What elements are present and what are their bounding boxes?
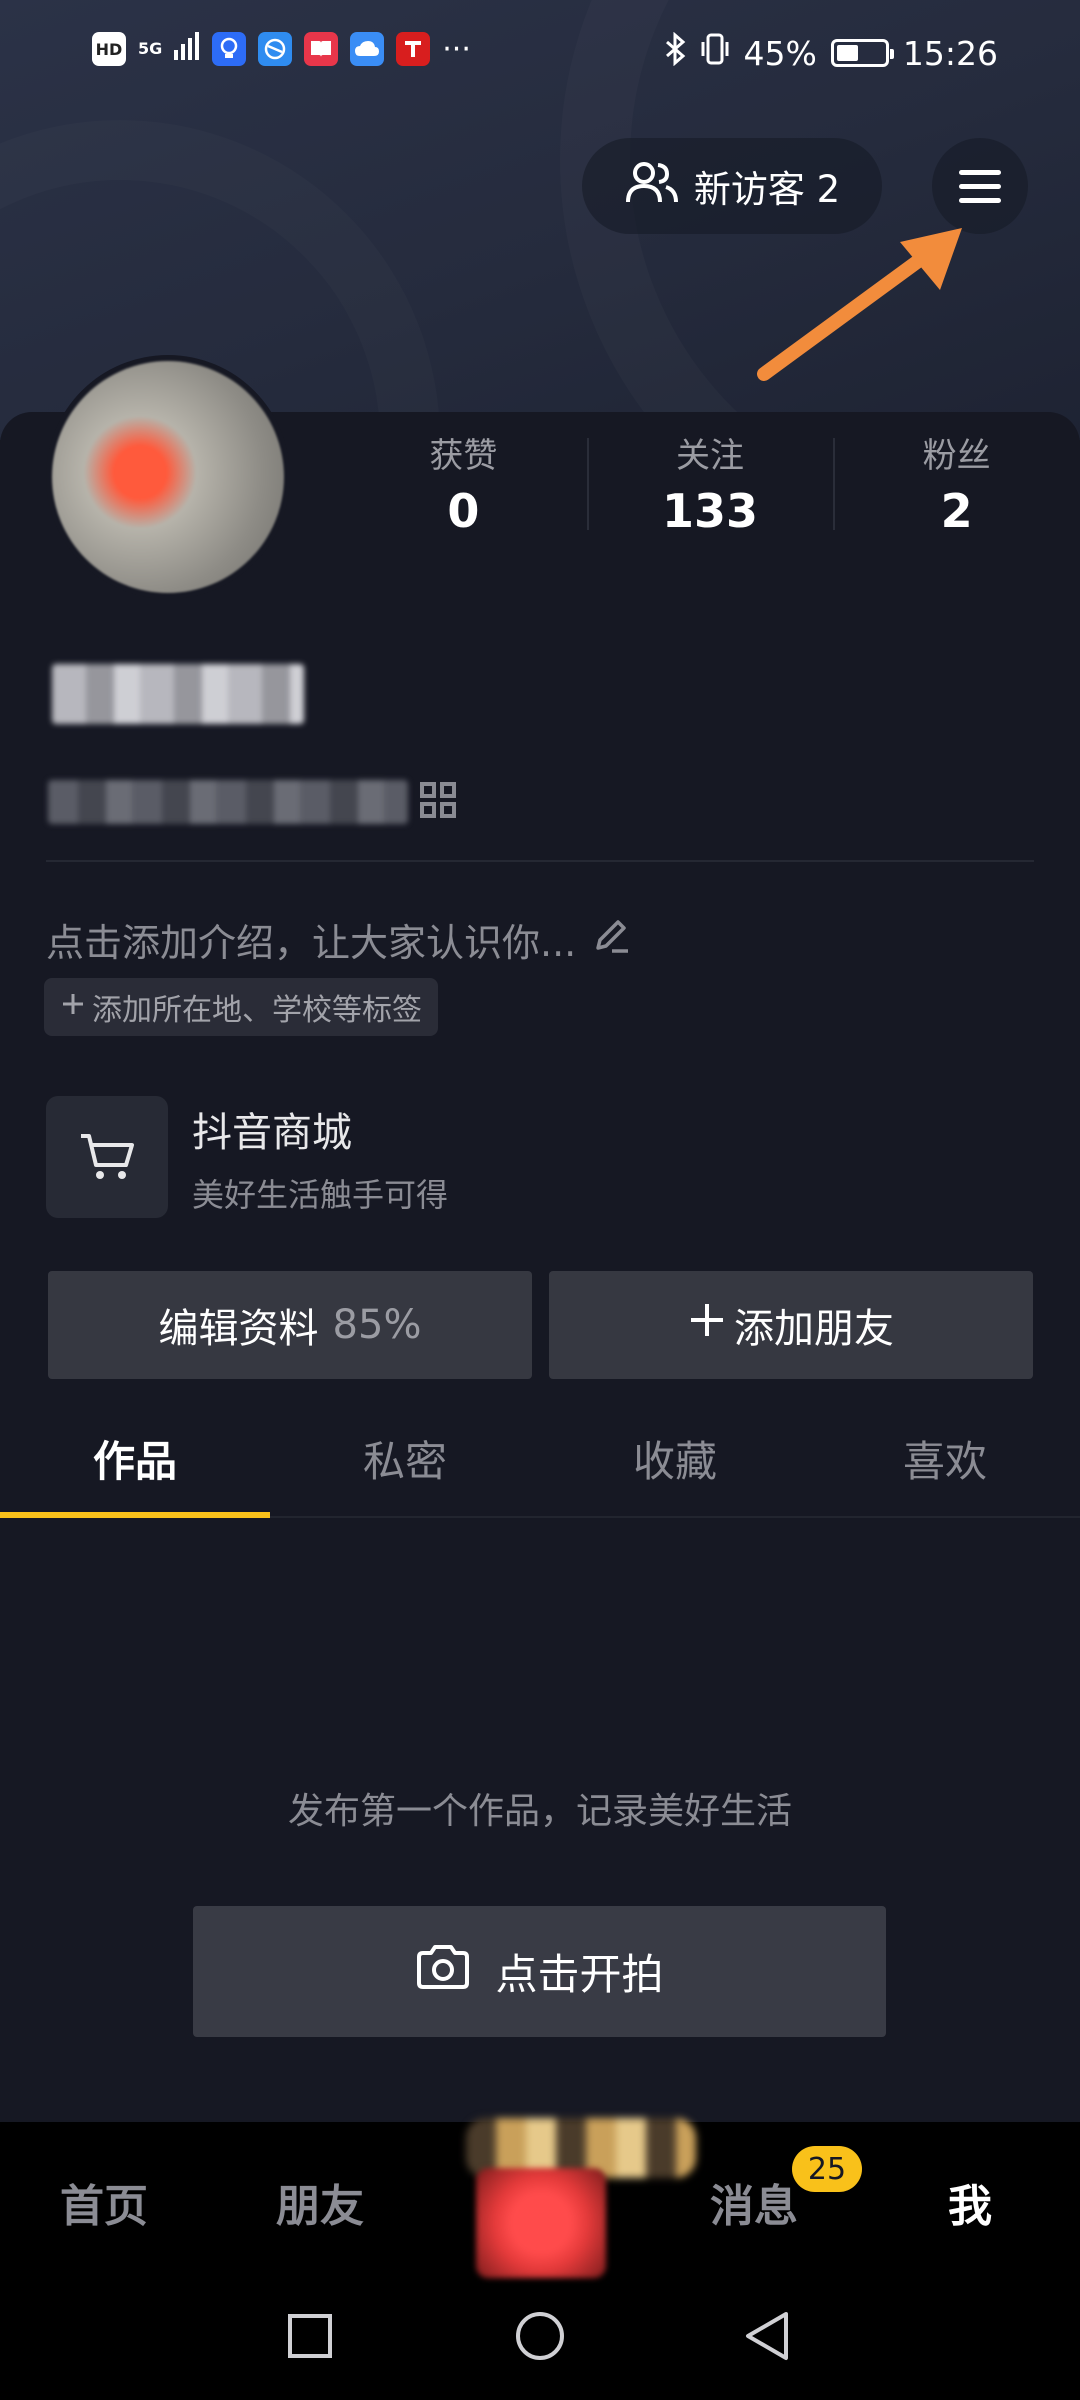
nav-friends[interactable]: 朋友: [276, 2170, 364, 2234]
network-5g-badge: 5G: [138, 39, 163, 58]
camera-icon: [415, 1943, 471, 2001]
stat-value: 2: [940, 484, 973, 538]
plus-icon: [688, 1301, 726, 1349]
stat-value: 0: [447, 484, 480, 538]
stat-following[interactable]: 关注 133: [586, 428, 834, 548]
recent-apps-icon[interactable]: [286, 2312, 334, 2360]
users-icon: [624, 158, 680, 215]
messages-badge: 25: [792, 2146, 862, 2192]
tab-favorites[interactable]: 收藏: [540, 1400, 810, 1516]
profile-stats: 获赞 0 关注 133 粉丝 2: [340, 428, 1080, 548]
content-tabs: 作品 私密 收藏 喜欢: [0, 1400, 1080, 1518]
stat-likes[interactable]: 获赞 0: [340, 428, 587, 548]
stat-label: 粉丝: [922, 436, 991, 476]
blurred-username: [52, 664, 304, 724]
more-notifications-icon: ···: [442, 31, 471, 67]
new-visitors-label: 新访客 2: [693, 168, 841, 211]
nav-messages[interactable]: 消息: [710, 2170, 798, 2234]
stat-followers[interactable]: 粉丝 2: [833, 428, 1080, 548]
hd-badge: HD: [92, 32, 126, 66]
home-circle-icon[interactable]: [514, 2310, 566, 2362]
study-app-icon: [396, 32, 431, 66]
add-tags-button[interactable]: 添加所在地、学校等标签: [44, 978, 438, 1036]
nav-me[interactable]: 我: [948, 2170, 992, 2234]
plus-icon: [60, 990, 86, 1025]
edit-profile-label: 编辑资料: [158, 1306, 319, 1352]
back-triangle-icon[interactable]: [742, 2310, 792, 2362]
bulb-app-icon: [212, 32, 247, 66]
hamburger-menu-icon: [959, 169, 1001, 175]
battery-fill: [836, 45, 858, 61]
browser-app-icon: [258, 32, 293, 66]
empty-state-message: 发布第一个作品，记录美好生活: [287, 1791, 792, 1832]
nav-create-button-blurred[interactable]: [466, 2108, 706, 2280]
stat-value: 133: [661, 484, 759, 538]
status-bar-left: HD 5G ···: [92, 30, 471, 68]
start-shooting-button[interactable]: 点击开拍: [193, 1906, 886, 2037]
tab-private[interactable]: 私密: [270, 1400, 540, 1516]
status-bar-right: 45% 15:26: [664, 31, 998, 74]
clock: 15:26: [902, 33, 998, 73]
tab-works[interactable]: 作品: [0, 1400, 270, 1518]
battery-icon: [830, 39, 894, 67]
annotation-arrow: [757, 228, 962, 381]
status-bar: HD 5G ··· 45% 15:26: [0, 0, 1080, 108]
nav-home[interactable]: 首页: [60, 2170, 148, 2234]
bio-text: 点击添加介绍，让大家认识你...: [46, 921, 577, 965]
book-app-icon: [304, 32, 339, 66]
start-shooting-label: 点击开拍: [495, 1950, 664, 1999]
shop-subtitle: 美好生活触手可得: [192, 1176, 449, 1214]
profile-completion-percent: 85%: [332, 1302, 422, 1348]
add-friends-label: 添加朋友: [734, 1306, 894, 1352]
pencil-icon: [590, 914, 632, 965]
avatar[interactable]: [46, 355, 290, 599]
vibrate-icon: [700, 32, 730, 74]
shopping-cart-icon[interactable]: [46, 1096, 168, 1218]
edit-profile-button[interactable]: 编辑资料 85%: [48, 1271, 532, 1379]
shop-title[interactable]: 抖音商城: [192, 1100, 352, 1158]
qr-code-icon[interactable]: [420, 782, 456, 818]
add-tags-label: 添加所在地、学校等标签: [92, 993, 422, 1028]
add-friends-button[interactable]: 添加朋友: [549, 1271, 1033, 1379]
signal-icon: [174, 30, 200, 68]
stat-label: 获赞: [429, 436, 498, 476]
cloud-app-icon: [350, 32, 385, 66]
stat-label: 关注: [676, 436, 744, 476]
system-navigation-bar: [0, 2292, 1080, 2400]
battery-percent: 45%: [743, 33, 817, 73]
blurred-user-id[interactable]: [48, 780, 408, 824]
bluetooth-icon: [664, 31, 686, 74]
tab-likes[interactable]: 喜欢: [810, 1400, 1080, 1516]
divider: [46, 860, 1034, 862]
bio-placeholder[interactable]: 点击添加介绍，让大家认识你...: [46, 912, 632, 967]
